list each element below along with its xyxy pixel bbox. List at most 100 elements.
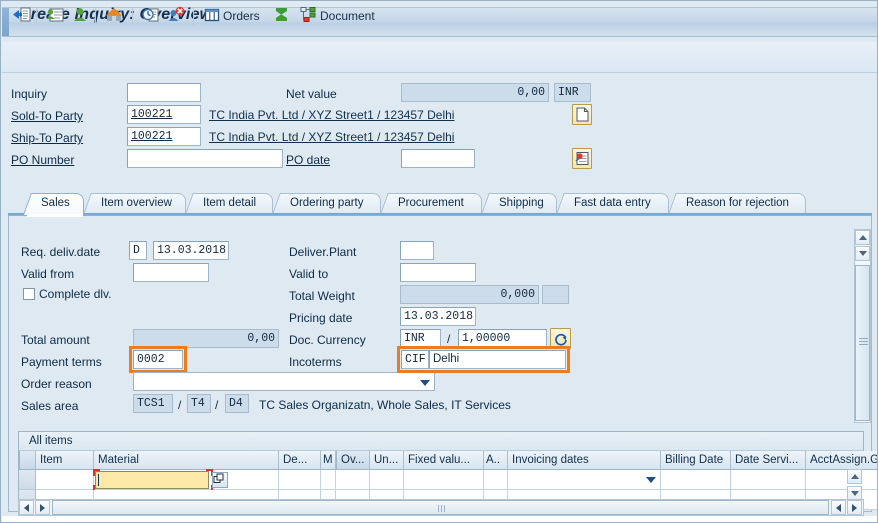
tab-ordering-party[interactable]: Ordering party: [272, 193, 381, 214]
triangle-left-icon: [24, 503, 29, 512]
column-header-ov[interactable]: Ov...: [336, 451, 370, 470]
column-header-invoicing-dates[interactable]: Invoicing dates: [508, 451, 661, 470]
req-deliv-date-input[interactable]: 13.03.2018: [153, 241, 229, 260]
table-row[interactable]: [806, 470, 877, 490]
chevron-down-icon: [420, 380, 430, 386]
table-vertical-scrollbar[interactable]: [847, 469, 864, 503]
order-reason-dropdown[interactable]: [133, 372, 435, 391]
inquiry-input[interactable]: [127, 83, 201, 102]
total-weight-unit: [542, 285, 569, 304]
scroll-thumb[interactable]: [855, 265, 870, 421]
table-row[interactable]: [404, 470, 484, 490]
chevron-down-icon[interactable]: [646, 477, 656, 483]
sigma-icon: [273, 6, 290, 26]
row-selector[interactable]: [19, 470, 36, 490]
doc-currency-separator: /: [447, 332, 451, 346]
doc-currency-label: Doc. Currency: [289, 333, 366, 347]
address-detail-button[interactable]: [572, 148, 592, 169]
valid-from-input[interactable]: [133, 263, 209, 282]
sales-area-label: Sales area: [21, 399, 79, 413]
column-header-item[interactable]: Item: [36, 451, 94, 470]
po-number-input[interactable]: [127, 149, 283, 168]
sold-to-party-description[interactable]: TC India Pvt. Ltd / XYZ Street1 / 123457…: [209, 107, 454, 124]
column-header-date-service[interactable]: Date Servi...: [731, 451, 806, 470]
deliver-plant-input[interactable]: [400, 241, 434, 260]
table-row[interactable]: [36, 470, 94, 490]
reject-person-button[interactable]: [165, 4, 187, 28]
payment-terms-highlight: [129, 346, 187, 373]
column-header-fixed-value[interactable]: Fixed valu...: [404, 451, 484, 470]
ship-to-party-description[interactable]: TC India Pvt. Ltd / XYZ Street1 / 123457…: [209, 129, 454, 146]
tab-item-detail[interactable]: Item detail: [185, 193, 273, 214]
pricing-date-input[interactable]: 13.03.2018: [400, 307, 476, 326]
sales-area-sep-2: /: [215, 398, 219, 412]
req-deliv-date-type[interactable]: D: [129, 241, 147, 260]
column-header-un[interactable]: Un...: [370, 451, 404, 470]
horizontal-scroll-thumb[interactable]: [52, 500, 829, 515]
scroll-right-button[interactable]: [847, 500, 862, 515]
table-row[interactable]: [279, 470, 321, 490]
orders-button[interactable]: Orders: [202, 4, 262, 28]
tab-edge: [556, 193, 574, 214]
sold-to-party-input[interactable]: 100221: [127, 105, 201, 124]
horizontal-scrollbar[interactable]: [18, 499, 864, 516]
partner-list-button[interactable]: [44, 4, 66, 28]
material-matchcode-button[interactable]: [212, 472, 228, 488]
column-header-acct-assign-group[interactable]: AcctAssign.G...: [806, 451, 877, 470]
tab-sales[interactable]: Sales: [22, 193, 84, 217]
tab-reason-for-rejection[interactable]: Reason for rejection: [668, 193, 806, 214]
sold-to-party-label: Sold-To Party: [11, 109, 84, 123]
valid-from-label: Valid from: [21, 267, 75, 281]
scroll-left-page-button[interactable]: [35, 500, 50, 515]
partner-document-button[interactable]: [572, 104, 592, 125]
ship-to-party-input[interactable]: 100221: [127, 127, 201, 146]
valid-to-input[interactable]: [400, 263, 476, 282]
complete-dlv-checkbox[interactable]: [23, 288, 35, 300]
document-page-icon: [576, 107, 588, 122]
complete-dlv-label: Complete dlv.: [39, 287, 112, 301]
incoterms-label: Incoterms: [289, 355, 342, 369]
home-button[interactable]: [103, 4, 125, 28]
tab-edge: [668, 193, 686, 214]
tab-procurement[interactable]: Procurement: [380, 193, 482, 214]
scroll-up-button[interactable]: [855, 230, 870, 245]
tab-edge: [380, 193, 398, 214]
tab-fast-data-entry[interactable]: Fast data entry: [556, 193, 669, 214]
toolbar-separator: [132, 8, 133, 25]
table-row[interactable]: [731, 470, 806, 490]
table-row[interactable]: [370, 470, 404, 490]
po-date-label: PO date: [286, 153, 331, 167]
back-document-button[interactable]: [11, 4, 33, 28]
po-date-input[interactable]: [401, 149, 475, 168]
tab-shipping[interactable]: Shipping: [481, 193, 557, 214]
column-header-billing-date[interactable]: Billing Date: [661, 451, 731, 470]
incoterms-highlight: [397, 346, 570, 373]
table-row[interactable]: [484, 470, 508, 490]
column-header-de[interactable]: De...: [279, 451, 321, 470]
document-status-button[interactable]: [140, 4, 162, 28]
table-row[interactable]: [508, 470, 661, 490]
column-header-material[interactable]: Material: [94, 451, 279, 470]
column-header-m[interactable]: M: [321, 451, 336, 470]
select-all-header[interactable]: [19, 451, 36, 470]
totals-button[interactable]: [271, 4, 292, 28]
req-deliv-date-label: Req. deliv.date: [21, 245, 101, 259]
net-value-label: Net value: [286, 87, 337, 101]
inquiry-label: Inquiry: [11, 87, 48, 101]
person-button[interactable]: [69, 4, 91, 28]
document-label: Document: [320, 9, 375, 23]
form-vertical-scrollbar[interactable]: [854, 229, 871, 423]
material-input-cell[interactable]: [95, 471, 209, 489]
table-row[interactable]: [321, 470, 336, 490]
scroll-down-button[interactable]: [855, 246, 870, 261]
tab-item-overview[interactable]: Item overview: [83, 193, 186, 214]
table-row[interactable]: [661, 470, 731, 490]
table-row[interactable]: [336, 470, 370, 490]
column-header-a[interactable]: A..: [484, 451, 508, 470]
scroll-right-page-button[interactable]: [831, 500, 846, 515]
table-scroll-up-button[interactable]: [847, 469, 862, 484]
tab-label: Fast data entry: [574, 197, 651, 209]
scroll-left-button[interactable]: [19, 500, 34, 515]
document-flow-button[interactable]: Document: [298, 4, 377, 28]
valid-to-label: Valid to: [289, 267, 329, 281]
